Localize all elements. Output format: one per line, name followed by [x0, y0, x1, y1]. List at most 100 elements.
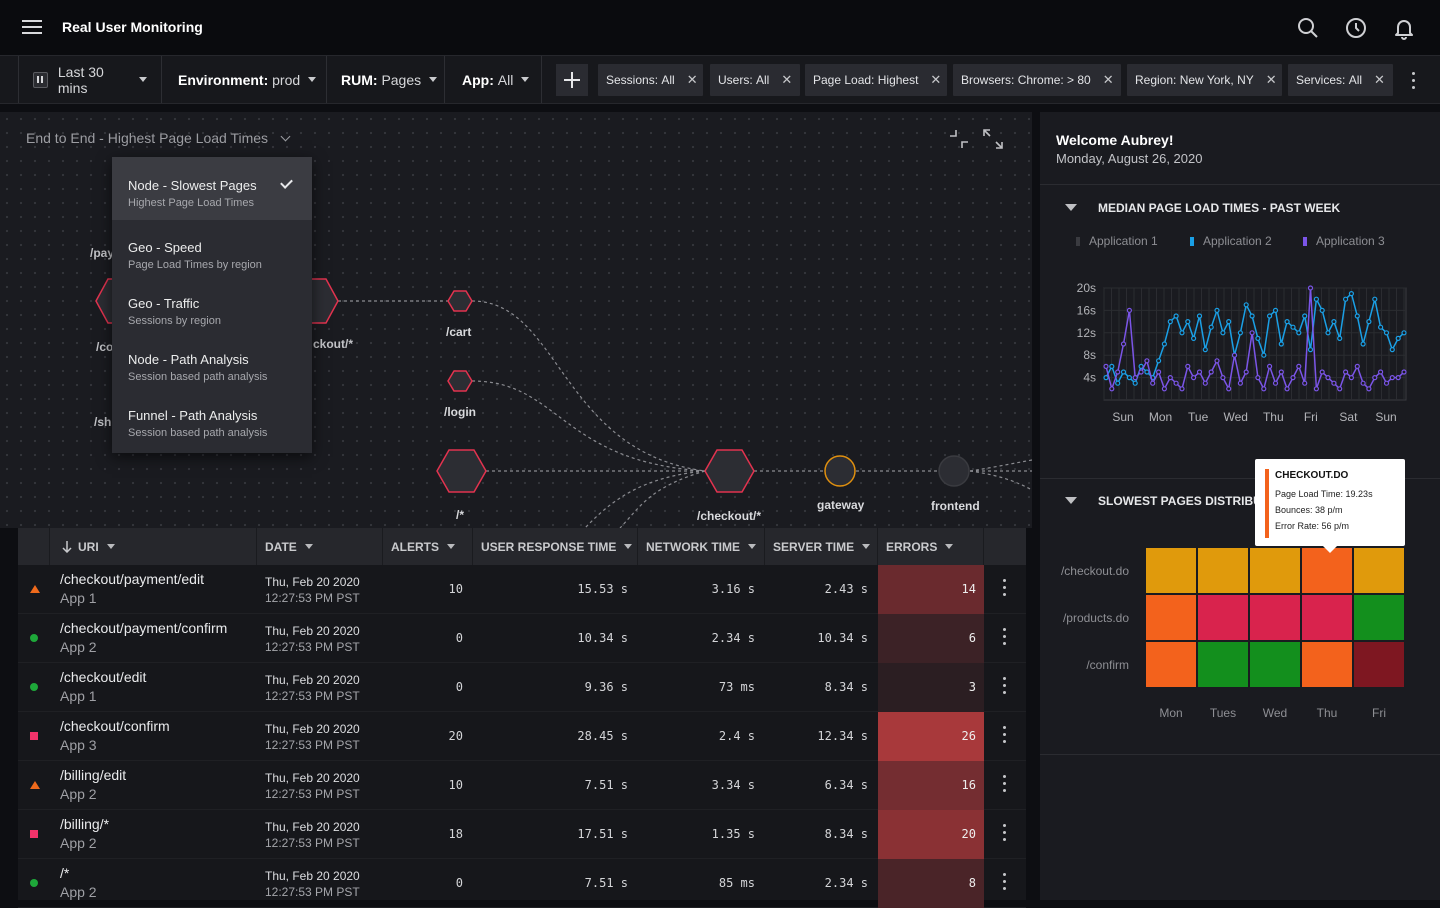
data-point[interactable] — [1343, 296, 1349, 302]
data-point[interactable] — [1220, 374, 1226, 381]
time-range-select[interactable]: Last 30 mins — [18, 56, 162, 103]
data-point[interactable] — [1109, 386, 1115, 392]
data-point[interactable] — [1395, 335, 1401, 342]
data-point[interactable] — [1401, 369, 1407, 375]
heatmap-cell[interactable] — [1146, 642, 1196, 687]
data-point[interactable] — [1261, 386, 1267, 392]
data-point[interactable] — [1343, 369, 1349, 375]
data-point[interactable] — [1202, 346, 1208, 353]
data-point[interactable] — [1348, 374, 1354, 381]
close-icon[interactable]: ✕ — [781, 72, 792, 88]
data-point[interactable] — [1331, 380, 1337, 386]
row-actions-icon[interactable] — [1003, 824, 1007, 845]
data-point[interactable] — [1372, 296, 1378, 302]
data-point[interactable] — [1179, 386, 1185, 392]
data-point[interactable] — [1231, 352, 1238, 358]
data-point[interactable] — [1243, 302, 1249, 308]
node-gateway[interactable] — [824, 455, 856, 487]
filter-chip-users[interactable]: Users: All ✕ — [710, 64, 800, 96]
data-point[interactable] — [1278, 369, 1284, 375]
data-point[interactable] — [1144, 369, 1150, 375]
column-header-uri[interactable]: URI — [50, 528, 257, 565]
data-point[interactable] — [1126, 374, 1133, 381]
data-point[interactable] — [1214, 358, 1220, 364]
dropdown-item-funnel-path-analysis[interactable]: Funnel - Path Analysis Session based pat… — [112, 388, 312, 444]
hamburger-menu-icon[interactable] — [22, 20, 42, 34]
filter-chip-browsers[interactable]: Browsers: Chrome: > 80 ✕ — [953, 64, 1121, 96]
data-point[interactable] — [1191, 374, 1197, 381]
data-point[interactable] — [1401, 330, 1407, 336]
data-point[interactable] — [1150, 380, 1156, 386]
data-point[interactable] — [1173, 380, 1179, 386]
data-point[interactable] — [1378, 369, 1384, 375]
data-point[interactable] — [1267, 363, 1273, 370]
heatmap-cell[interactable] — [1302, 642, 1352, 687]
column-header-network-time[interactable]: NETWORK TIME — [638, 528, 765, 565]
data-point[interactable] — [1389, 374, 1395, 381]
data-point[interactable] — [1220, 330, 1226, 336]
data-point[interactable] — [1103, 363, 1109, 370]
data-point[interactable] — [1167, 374, 1173, 381]
dropdown-item-node-slowest-pages[interactable]: Node - Slowest Pages Highest Page Load T… — [112, 157, 312, 220]
data-point[interactable] — [1354, 363, 1360, 370]
data-point[interactable] — [1120, 369, 1127, 375]
data-point[interactable] — [1226, 318, 1232, 325]
dropdown-item-geo-speed[interactable]: Geo - Speed Page Load Times by region — [112, 220, 312, 276]
node-cart[interactable] — [447, 290, 473, 312]
heatmap-cell[interactable] — [1198, 548, 1248, 593]
node-login[interactable] — [447, 370, 473, 392]
data-point[interactable] — [1325, 374, 1331, 381]
uri-link[interactable]: /checkout/payment/confirm — [60, 620, 227, 636]
data-point[interactable] — [1366, 318, 1372, 325]
data-point[interactable] — [1272, 380, 1279, 386]
data-point[interactable] — [1196, 313, 1203, 319]
data-point[interactable] — [1103, 374, 1109, 381]
table-row[interactable]: /checkout/confirm App 3 Thu, Feb 20 2020 12… — [18, 712, 1026, 761]
legend-item-application-3[interactable]: Application 3 — [1303, 234, 1385, 248]
search-icon[interactable] — [1296, 16, 1320, 40]
close-icon[interactable]: ✕ — [930, 72, 941, 88]
environment-select[interactable]: Environment: prod — [162, 56, 327, 103]
collapse-triangle-icon[interactable] — [1065, 497, 1077, 504]
data-point[interactable] — [1255, 374, 1261, 381]
clock-icon[interactable] — [1344, 16, 1368, 40]
data-point[interactable] — [1284, 386, 1290, 392]
table-row[interactable]: /checkout/payment/edit App 1 Thu, Feb 20 2… — [18, 565, 1026, 614]
data-point[interactable] — [1161, 386, 1168, 392]
data-point[interactable] — [1302, 380, 1308, 386]
data-point[interactable] — [1272, 307, 1279, 314]
data-point[interactable] — [1132, 374, 1138, 381]
data-point[interactable] — [1348, 291, 1354, 297]
data-point[interactable] — [1214, 307, 1220, 314]
data-point[interactable] — [1237, 330, 1243, 336]
data-point[interactable] — [1313, 386, 1319, 392]
table-row[interactable]: /* App 2 Thu, Feb 20 2020 12:27:53 PM PST 0 7… — [18, 859, 1026, 908]
uri-link[interactable]: /billing/edit — [60, 767, 126, 783]
data-point[interactable] — [1249, 330, 1255, 336]
data-point[interactable] — [1360, 380, 1366, 386]
close-icon[interactable]: ✕ — [1374, 72, 1385, 88]
heatmap-cell[interactable] — [1146, 595, 1196, 640]
column-header-date[interactable]: DATE — [257, 528, 383, 565]
filter-chip-page-load[interactable]: Page Load: Highest ✕ — [805, 64, 947, 96]
data-point[interactable] — [1191, 335, 1197, 342]
more-options-icon[interactable] — [1412, 72, 1416, 93]
app-select[interactable]: App: All — [445, 56, 542, 103]
data-point[interactable] — [1372, 374, 1378, 381]
row-actions-icon[interactable] — [1003, 677, 1007, 698]
data-point[interactable] — [1284, 318, 1290, 325]
legend-item-application-1[interactable]: Application 1 — [1076, 234, 1158, 248]
data-point[interactable] — [1302, 313, 1308, 319]
data-point[interactable] — [1155, 358, 1162, 364]
data-point[interactable] — [1290, 324, 1296, 330]
data-point[interactable] — [1307, 346, 1314, 353]
rum-select[interactable]: RUM: Pages — [327, 56, 445, 103]
row-actions-icon[interactable] — [1003, 873, 1007, 894]
heatmap-cell[interactable] — [1250, 642, 1300, 687]
uri-link[interactable]: /checkout/confirm — [60, 718, 170, 734]
data-point[interactable] — [1354, 313, 1360, 319]
close-icon[interactable]: ✕ — [687, 72, 698, 88]
collapse-triangle-icon[interactable] — [1065, 204, 1077, 211]
data-point[interactable] — [1366, 386, 1372, 392]
dropdown-item-node-path-analysis[interactable]: Node - Path Analysis Session based path … — [112, 332, 312, 388]
